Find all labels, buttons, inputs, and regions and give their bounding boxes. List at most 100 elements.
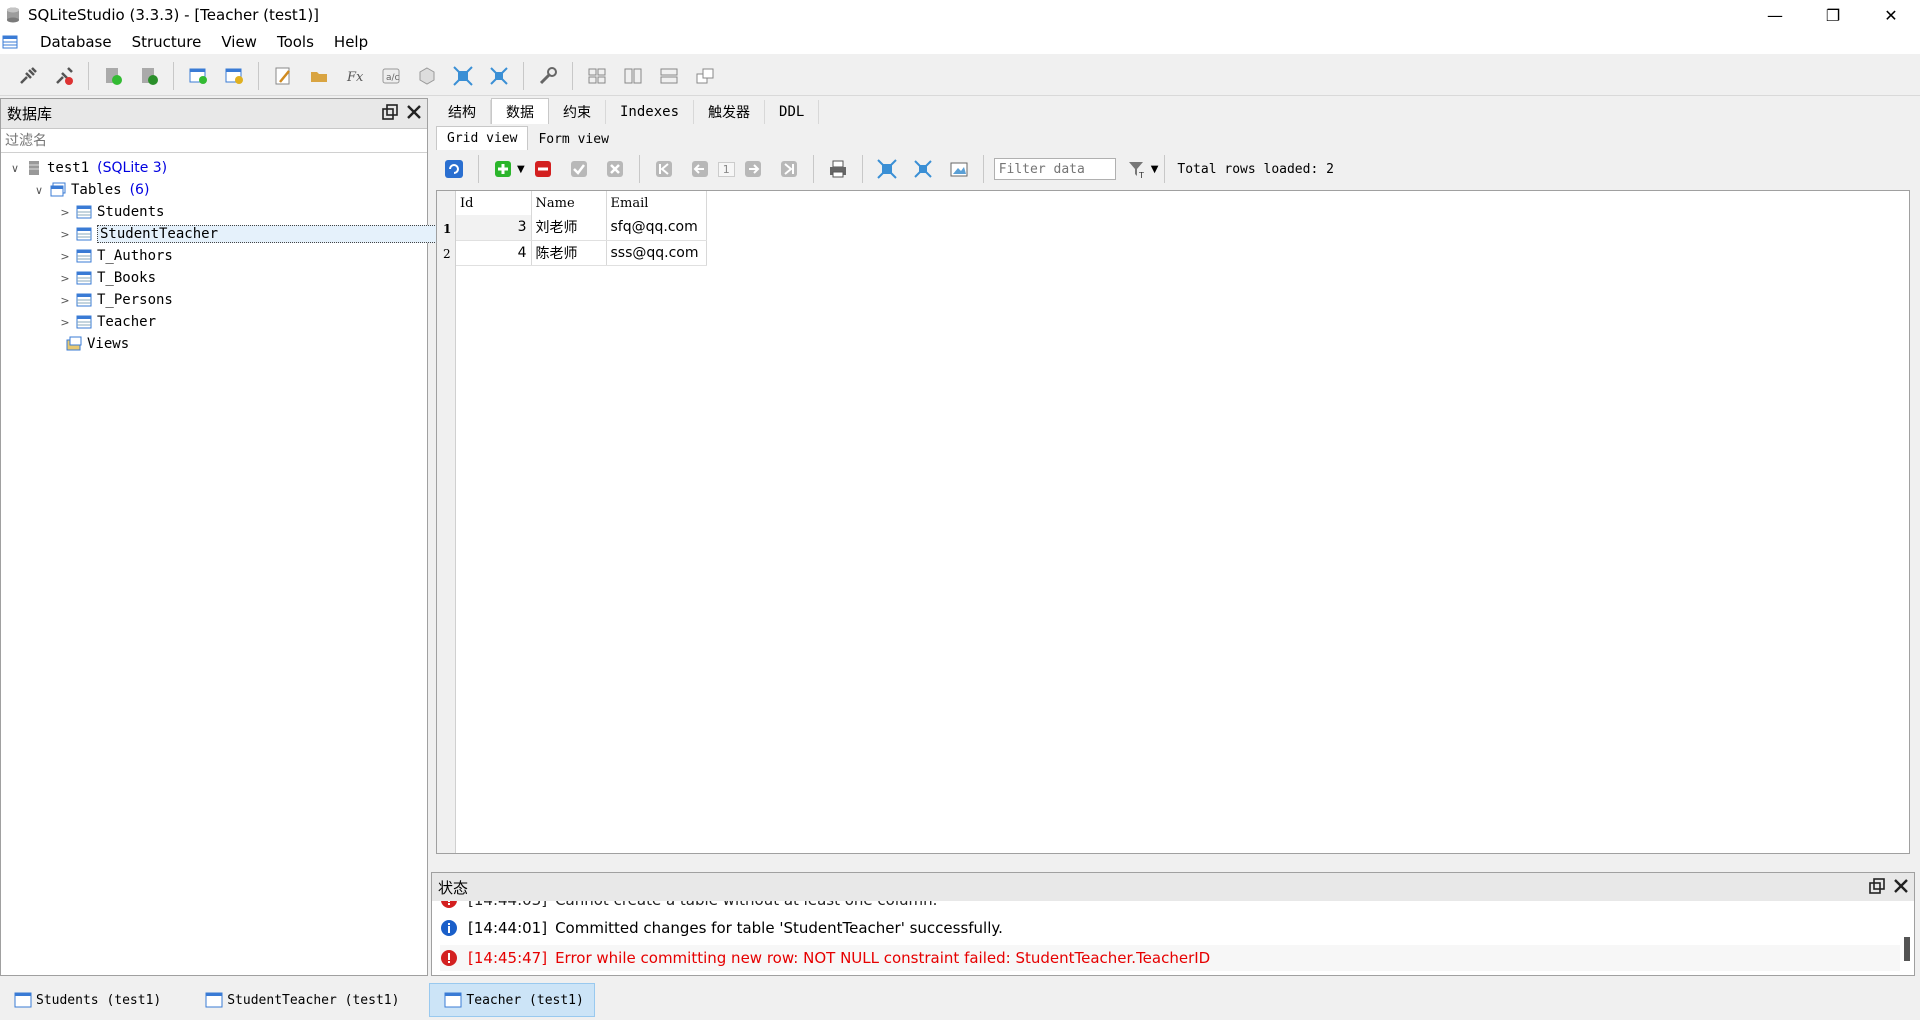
rollback-button[interactable] — [602, 156, 628, 182]
refresh-button[interactable] — [441, 156, 467, 182]
chevron-right-icon[interactable]: > — [57, 250, 73, 263]
minimize-button[interactable]: — — [1746, 0, 1804, 30]
column-header-id[interactable]: Id — [456, 191, 532, 215]
tab-constraints[interactable]: 约束 — [549, 100, 606, 124]
insert-row-button[interactable] — [490, 156, 516, 182]
first-page-button[interactable] — [651, 156, 677, 182]
tree-item-table[interactable]: > StudentTeacher — [57, 223, 439, 245]
tables-label: Tables — [71, 182, 122, 198]
functions-button[interactable]: Fx — [341, 62, 369, 90]
menu-database[interactable]: Database — [30, 33, 122, 51]
menu-tools[interactable]: Tools — [267, 33, 324, 51]
tile-horizontal-button[interactable] — [619, 62, 647, 90]
page-number[interactable]: 1 — [717, 161, 735, 177]
tree-item-table[interactable]: > Students — [57, 201, 164, 223]
data-grid: 1 2 Id Name Email 3 刘老师 sfq@qq.com 4 陈老师… — [436, 190, 1910, 854]
tile-windows-button[interactable] — [583, 62, 611, 90]
sql-editor-button[interactable] — [269, 62, 297, 90]
commit-button[interactable] — [566, 156, 592, 182]
cell-id[interactable]: 3 — [456, 215, 532, 241]
scrollbar-thumb[interactable] — [1904, 937, 1910, 961]
tab-structure[interactable]: 结构 — [434, 100, 491, 124]
grid-toolbar: ▼ 1 T ▼ Total rows loaded: 2 — [436, 152, 1910, 186]
chevron-right-icon[interactable]: > — [57, 294, 73, 307]
filter-mode-button[interactable]: T — [1124, 156, 1150, 182]
undock-icon[interactable] — [1868, 877, 1886, 895]
pencil-document-icon — [275, 67, 290, 84]
row-number[interactable]: 2 — [443, 247, 451, 261]
insert-dropdown-arrow-icon[interactable]: ▼ — [517, 164, 525, 175]
window-tab-students[interactable]: Students (test1) — [0, 983, 171, 1017]
collapse-tree-button[interactable] — [449, 62, 477, 90]
chevron-right-icon[interactable]: > — [57, 316, 73, 329]
next-page-button[interactable] — [740, 156, 766, 182]
tab-ddl[interactable]: DDL — [765, 100, 820, 124]
print-button[interactable] — [825, 156, 851, 182]
edit-table-button[interactable] — [220, 62, 248, 90]
table-label: T_Books — [97, 270, 157, 286]
add-db-button[interactable] — [99, 62, 127, 90]
last-page-button[interactable] — [776, 156, 802, 182]
chevron-right-icon[interactable]: > — [57, 228, 73, 241]
tree-item-table[interactable]: > T_Books — [57, 267, 156, 289]
window-tab-studentteacher[interactable]: StudentTeacher (test1) — [191, 983, 409, 1017]
menu-help[interactable]: Help — [324, 33, 378, 51]
tree-item-table[interactable]: > T_Authors — [57, 245, 172, 267]
info-icon — [441, 920, 457, 936]
close-panel-icon[interactable] — [405, 103, 423, 121]
status-scrollbar[interactable] — [1902, 903, 1912, 975]
adjust-columns-button[interactable] — [874, 156, 900, 182]
filter-data-input[interactable] — [993, 158, 1116, 180]
column-header-email[interactable]: Email — [606, 191, 707, 215]
cell-id[interactable]: 4 — [456, 240, 532, 266]
cell-email[interactable]: sss@qq.com — [606, 240, 707, 266]
filter-dropdown-arrow-icon[interactable]: ▼ — [1151, 164, 1159, 175]
tree-item-table[interactable]: > T_Persons — [57, 289, 172, 311]
close-window-button[interactable]: ✕ — [1862, 0, 1920, 30]
cascade-windows-button[interactable] — [691, 62, 719, 90]
edit-db-button[interactable] — [135, 62, 163, 90]
tree-item-tables[interactable]: ∨ Tables (6) — [31, 179, 149, 201]
open-sql-button[interactable] — [305, 62, 333, 90]
tile-vertical-button[interactable] — [655, 62, 683, 90]
export-button[interactable] — [946, 156, 972, 182]
tab-indexes[interactable]: Indexes — [606, 100, 695, 124]
restore-button[interactable]: ❐ — [1804, 0, 1862, 30]
disconnect-db-button[interactable] — [50, 62, 78, 90]
database-add-icon — [106, 67, 122, 85]
column-header-name[interactable]: Name — [531, 191, 607, 215]
previous-page-button[interactable] — [687, 156, 713, 182]
chevron-down-icon[interactable]: ∨ — [7, 162, 23, 175]
undock-icon[interactable] — [381, 103, 399, 121]
expand-tree-button[interactable] — [485, 62, 513, 90]
window-menu-icon[interactable] — [2, 34, 18, 50]
close-panel-icon[interactable] — [1892, 877, 1910, 895]
collations-button[interactable]: a/c — [377, 62, 405, 90]
row-number[interactable]: 1 — [443, 222, 451, 236]
tree-item-table[interactable]: > Teacher — [57, 311, 156, 333]
connect-db-button[interactable] — [14, 62, 42, 90]
tables-count: (6) — [129, 182, 150, 198]
tab-grid-view[interactable]: Grid view — [436, 126, 529, 150]
cell-name[interactable]: 刘老师 — [531, 215, 607, 241]
menu-structure[interactable]: Structure — [122, 33, 212, 51]
create-table-button[interactable] — [184, 62, 212, 90]
cell-email[interactable]: sfq@qq.com — [606, 215, 707, 241]
toolbar-separator — [173, 61, 174, 90]
menu-view[interactable]: View — [211, 33, 267, 51]
extensions-button[interactable] — [413, 62, 441, 90]
chevron-right-icon[interactable]: > — [57, 206, 73, 219]
delete-row-button[interactable] — [530, 156, 556, 182]
tree-item-db[interactable]: ∨ test1 (SQLite 3) — [7, 157, 167, 179]
filter-names-input[interactable] — [1, 129, 427, 153]
tab-triggers[interactable]: 触发器 — [694, 100, 766, 124]
tree-item-views[interactable]: Views — [47, 333, 129, 355]
settings-button[interactable] — [534, 62, 562, 90]
tab-form-view[interactable]: Form view — [528, 128, 618, 150]
adjust-rows-button[interactable] — [910, 156, 936, 182]
tab-data[interactable]: 数据 — [491, 98, 549, 124]
window-tab-teacher[interactable]: Teacher (test1) — [429, 983, 595, 1017]
chevron-down-icon[interactable]: ∨ — [31, 184, 47, 197]
chevron-right-icon[interactable]: > — [57, 272, 73, 285]
cell-name[interactable]: 陈老师 — [531, 240, 607, 266]
